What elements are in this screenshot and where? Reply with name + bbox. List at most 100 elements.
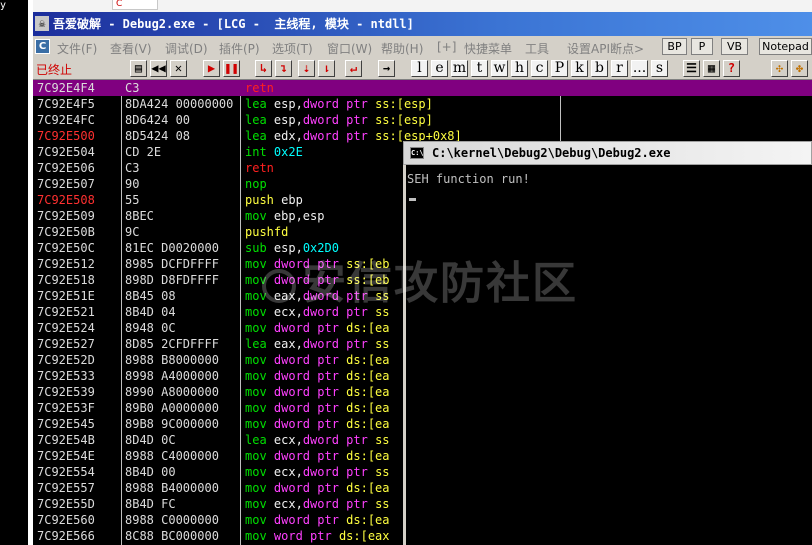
row-address: 7C92E524 [37,321,95,335]
row-hex-dump: 55 [125,193,140,207]
menu-view[interactable]: 查看(V) [110,40,152,57]
menu-plugins[interactable]: 插件(P) [219,40,260,57]
row-hex-dump: 8998 A4000000 [125,369,219,383]
disassembly-row[interactable]: 7C92E4F4 C3 retn [33,80,812,96]
menu-tools[interactable]: 工具 [525,40,549,57]
disassembly-token: dword ptr [273,417,347,431]
disassembly-token: retn [245,81,274,95]
step-into-icon[interactable]: ↳ [255,60,272,77]
host-left-glyph: y [0,0,7,11]
pause-icon[interactable]: ❚❚ [223,60,240,77]
row-hex-dump: 8988 C4000000 [125,449,219,463]
cpu-window-icon[interactable]: C [35,39,50,54]
call-stack-button[interactable]: k [571,60,588,77]
grid-icon[interactable]: ▦ [703,60,720,77]
console-window[interactable]: C:\ C:\kernel\Debug2\Debug\Debug2.exe SE… [403,141,812,545]
close-icon[interactable]: ✕ [170,60,187,77]
console-body[interactable]: SEH function run! [403,165,812,545]
disassembly-token: mov [245,497,274,511]
menu-bar: C 文件(F) 查看(V) 调试(D) 插件(P) 选项(T) 窗口(W) 帮助… [33,36,812,58]
run-trace-button[interactable]: ... [631,60,648,77]
disassembly-token: dword ptr [302,465,376,479]
plugin-icon-1[interactable]: ✣ [771,60,788,77]
disassembly-token: ecx, [273,433,303,447]
log-window-button[interactable]: l [411,60,428,77]
row-address: 7C92E554 [37,465,95,479]
row-disassembly: mov word ptr ds:[eax [245,528,390,544]
cpu-button[interactable]: c [531,60,548,77]
disassembly-token: pushfd [245,225,289,239]
step-over-icon[interactable]: ↴ [275,60,292,77]
breakpoints-button[interactable]: b [591,60,608,77]
row-hex-dump: 8988 B4000000 [125,481,219,495]
rewind-icon[interactable]: ◀◀ [150,60,167,77]
disassembly-token: lea [245,97,274,111]
vb-button[interactable]: VB [721,38,748,55]
window-title: 吾爱破解 - Debug2.exe - [LCG - 主线程, 模块 - ntd… [53,17,414,31]
disassembly-token: ecx, [273,465,303,479]
row-hex-dump: 898D D8FDFFFF [125,273,219,287]
console-titlebar[interactable]: C:\ C:\kernel\Debug2\Debug\Debug2.exe [403,141,812,165]
disassembly-token: mov [245,417,274,431]
disassembly-token: mov [245,353,274,367]
menu-window[interactable]: 窗口(W) [327,40,372,57]
disassembly-token: ds:[ea [346,353,390,367]
bp-button[interactable]: BP [662,38,687,55]
menu-help[interactable]: 帮助(H) [381,40,423,57]
open-icon[interactable]: ▤ [130,60,147,77]
row-disassembly: mov dword ptr ds:[ea [245,368,390,384]
menu-debug[interactable]: 调试(D) [165,40,208,57]
execute-till-return-icon[interactable]: ↵ [345,60,362,77]
row-address: 7C92E51E [37,289,95,303]
p-button[interactable]: P [691,38,713,55]
trace-over-icon[interactable]: ⇂ [318,60,335,77]
threads-button[interactable]: t [471,60,488,77]
host-tab[interactable]: C [112,0,158,10]
windows-button[interactable]: w [491,60,508,77]
memory-map-button[interactable]: m [451,60,468,77]
handles-button[interactable]: h [511,60,528,77]
plugin-icon-2[interactable]: ✤ [791,60,808,77]
disassembly-token: mov [245,321,274,335]
patches-button[interactable]: P [551,60,568,77]
disassembly-token: word ptr [273,529,339,543]
row-disassembly: retn [245,80,274,96]
window-titlebar[interactable]: ☠ 吾爱破解 - Debug2.exe - [LCG - 主线程, 模块 - n… [33,12,812,36]
watermark-logo [262,269,296,303]
disassembly-token: dword ptr [302,337,376,351]
menu-shortcut[interactable]: 快捷菜单 [464,40,512,57]
executable-modules-button[interactable]: e [431,60,448,77]
disassembly-token: ds:[ea [346,449,390,463]
disassembly-row[interactable]: 7C92E4FC 8D6424 00 lea esp,dword ptr ss:[e… [33,112,812,128]
disassembly-token: ss:[esp] [375,97,433,111]
references-button[interactable]: r [611,60,628,77]
row-disassembly: retn [245,160,274,176]
disassembly-token: dword ptr [302,433,376,447]
disassembly-token: ds:[ea [346,369,390,383]
row-address: 7C92E53F [37,401,95,415]
disassembly-row[interactable]: 7C92E4F5 8DA424 00000000 lea esp,dword ptr… [33,96,812,112]
goto-icon[interactable]: → [378,60,395,77]
notepad-button[interactable]: Notepad [759,38,812,55]
disassembly-token: nop [245,177,267,191]
disassembly-token: ebp [281,193,303,207]
help-icon[interactable]: ? [723,60,740,77]
menu-file[interactable]: 文件(F) [57,40,97,57]
disassembly-token: dword ptr [273,369,347,383]
disassembly-token: lea [245,337,274,351]
row-hex-dump: 8D6424 00 [125,113,191,127]
row-disassembly: mov dword ptr ds:[ea [245,400,390,416]
menu-set-api-breakpoint[interactable]: 设置API断点> [567,40,644,57]
source-button[interactable]: s [651,60,668,77]
row-disassembly: pushfd [245,224,288,240]
row-address: 7C92E539 [37,385,95,399]
list-icon[interactable]: ☰ [683,60,700,77]
menu-plus[interactable]: [+] [437,40,456,54]
run-icon[interactable]: ▶ [203,60,220,77]
menu-options[interactable]: 选项(T) [272,40,313,57]
disassembly-token: lea [245,433,274,447]
row-address: 7C92E507 [37,177,95,191]
trace-into-icon[interactable]: ⇣ [298,60,315,77]
row-address: 7C92E54B [37,433,95,447]
disassembly-token: mov [245,465,274,479]
